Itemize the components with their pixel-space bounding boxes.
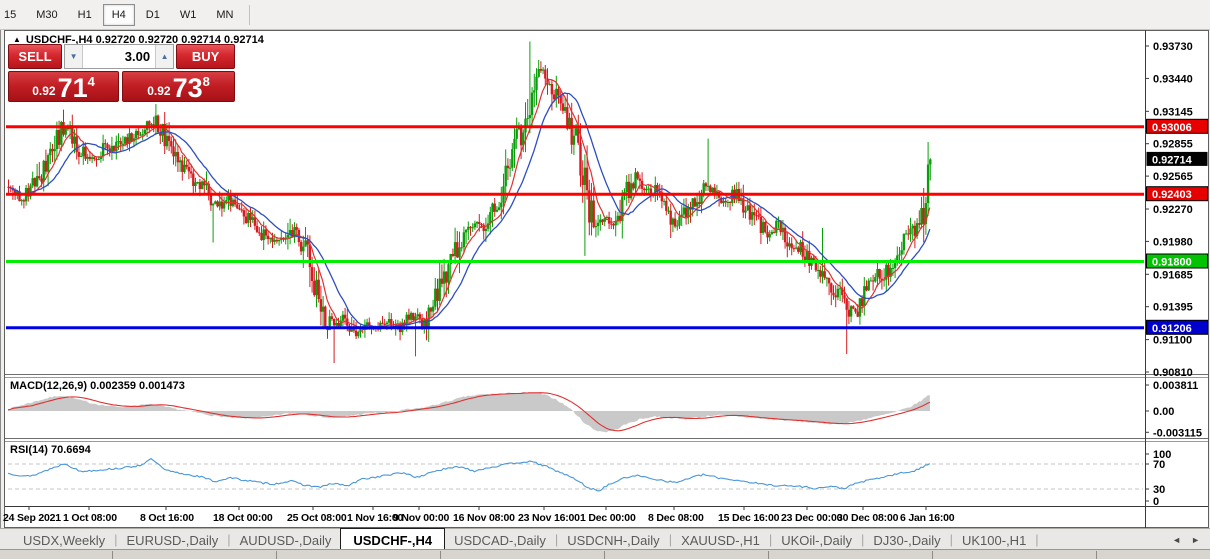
svg-text:70: 70 xyxy=(1153,459,1165,471)
collapse-panel-icon[interactable]: ▲ xyxy=(13,35,21,44)
svg-text:0.003811: 0.003811 xyxy=(1153,380,1198,392)
chart-window-frame xyxy=(5,31,1209,528)
svg-text:18 Oct 00:00: 18 Oct 00:00 xyxy=(213,512,273,524)
tab-ukoil-daily[interactable]: UKOil-,Daily xyxy=(772,529,861,550)
svg-text:0.93145: 0.93145 xyxy=(1153,106,1193,118)
svg-text:0.91800: 0.91800 xyxy=(1152,256,1192,268)
svg-text:24 Sep 2021: 24 Sep 2021 xyxy=(3,512,61,524)
sell-button[interactable]: SELL xyxy=(8,44,62,69)
tab-scroll-left-icon[interactable]: ◄ xyxy=(1172,535,1181,545)
svg-text:0.92565: 0.92565 xyxy=(1153,171,1193,183)
tab-scroll-right-icon[interactable]: ► xyxy=(1191,535,1200,545)
svg-text:8 Dec 08:00: 8 Dec 08:00 xyxy=(648,512,704,524)
timeframe-button-d1[interactable]: D1 xyxy=(137,4,169,26)
svg-text:6 Jan 16:00: 6 Jan 16:00 xyxy=(900,512,955,524)
svg-text:0.92270: 0.92270 xyxy=(1153,204,1193,216)
tab-usdchf-h4[interactable]: USDCHF-,H4 xyxy=(340,528,445,550)
svg-text:1 Oct 08:00: 1 Oct 08:00 xyxy=(63,512,117,524)
tab-eurusd-daily[interactable]: EURUSD-,Daily xyxy=(118,529,228,550)
svg-text:8 Oct 16:00: 8 Oct 16:00 xyxy=(140,512,194,524)
buy-price-display[interactable]: 0.92 73 8 xyxy=(122,71,235,102)
svg-text:0.91685: 0.91685 xyxy=(1153,269,1193,281)
tab-uk100-h1[interactable]: UK100-,H1 xyxy=(953,529,1035,550)
svg-text:16 Nov 08:00: 16 Nov 08:00 xyxy=(453,512,515,524)
svg-text:0.93006: 0.93006 xyxy=(1152,122,1192,134)
svg-text:25 Oct 08:00: 25 Oct 08:00 xyxy=(287,512,347,524)
price-badge: 0.92714 xyxy=(1147,152,1208,167)
svg-text:0.91100: 0.91100 xyxy=(1153,335,1192,347)
timeframe-button-mn[interactable]: MN xyxy=(207,4,242,26)
tab-audusd-daily[interactable]: AUDUSD-,Daily xyxy=(231,529,341,550)
buy-button[interactable]: BUY xyxy=(176,44,235,69)
tab-usdx-weekly[interactable]: USDX,Weekly xyxy=(14,529,114,550)
toolbar-separator xyxy=(249,5,250,25)
tab-dj30-daily[interactable]: DJ30-,Daily xyxy=(864,529,949,550)
one-click-trade-panel: SELL ▼ 3.00 ▲ BUY 0.92 71 4 0.92 73 8 xyxy=(8,44,235,102)
tab-usdcnh-daily[interactable]: USDCNH-,Daily xyxy=(558,529,668,550)
price-badge: 0.91800 xyxy=(1147,254,1208,268)
svg-text:0.92714: 0.92714 xyxy=(1152,154,1193,166)
svg-text:0.00: 0.00 xyxy=(1153,406,1174,418)
tabbar-left-pad xyxy=(0,529,14,550)
svg-text:0.91395: 0.91395 xyxy=(1153,302,1193,314)
mt4-window: { "toolbar": { "timeframes": [ {"label":… xyxy=(0,0,1210,558)
timeframe-button-h1[interactable]: H1 xyxy=(69,4,101,26)
volume-decrease-button[interactable]: ▼ xyxy=(65,45,83,68)
tab-usdcad-daily[interactable]: USDCAD-,Daily xyxy=(445,529,555,550)
volume-stepper: ▼ 3.00 ▲ xyxy=(64,44,174,69)
volume-increase-button[interactable]: ▲ xyxy=(155,45,173,68)
timeframe-toolbar: 15M30H1H4D1W1MN xyxy=(0,0,1210,30)
svg-text:0: 0 xyxy=(1153,496,1159,508)
svg-text:-0.003115: -0.003115 xyxy=(1153,427,1202,439)
svg-text:0.93730: 0.93730 xyxy=(1153,41,1193,53)
timeframe-button-m30[interactable]: M30 xyxy=(27,4,66,26)
volume-input[interactable]: 3.00 xyxy=(83,45,155,68)
svg-text:0.92855: 0.92855 xyxy=(1153,139,1193,151)
tab-scroll-arrows: ◄► xyxy=(1162,529,1210,550)
sell-price-main: 71 xyxy=(58,75,88,101)
svg-text:23 Nov 16:00: 23 Nov 16:00 xyxy=(518,512,580,524)
sell-price-prefix: 0.92 xyxy=(32,84,55,98)
timeframe-button-h4[interactable]: H4 xyxy=(103,4,135,26)
timeframe-button-w1[interactable]: W1 xyxy=(171,4,206,26)
svg-text:1 Dec 00:00: 1 Dec 00:00 xyxy=(580,512,636,524)
price-badge: 0.91206 xyxy=(1147,320,1208,334)
svg-text:0.90810: 0.90810 xyxy=(1153,367,1193,379)
tab-xauusd-h1[interactable]: XAUUSD-,H1 xyxy=(672,529,769,550)
buy-price-main: 73 xyxy=(173,75,203,101)
chart-tabbar: USDX,Weekly|EURUSD-,Daily|AUDUSD-,DailyU… xyxy=(0,528,1210,550)
price-badge: 0.93006 xyxy=(1147,119,1208,134)
svg-text:15 Dec 16:00: 15 Dec 16:00 xyxy=(718,512,780,524)
timeframe-button-15[interactable]: 15 xyxy=(1,4,25,26)
sell-price-pips: 4 xyxy=(88,74,95,89)
buy-price-pips: 8 xyxy=(203,74,210,89)
price-badge: 0.92403 xyxy=(1147,187,1208,201)
svg-text:0.91206: 0.91206 xyxy=(1152,323,1192,335)
sell-price-display[interactable]: 0.92 71 4 xyxy=(8,71,119,102)
rsi-indicator-label: RSI(14) 70.6694 xyxy=(10,444,91,456)
svg-text:0.91980: 0.91980 xyxy=(1153,236,1193,248)
svg-text:30: 30 xyxy=(1153,484,1165,496)
svg-text:0.92403: 0.92403 xyxy=(1152,189,1192,201)
svg-text:9 Nov 00:00: 9 Nov 00:00 xyxy=(393,512,450,524)
tab-separator: | xyxy=(1035,529,1038,550)
svg-text:0.93440: 0.93440 xyxy=(1153,73,1193,85)
svg-text:30 Dec 08:00: 30 Dec 08:00 xyxy=(837,512,899,524)
buy-price-prefix: 0.92 xyxy=(147,84,170,98)
macd-indicator-label: MACD(12,26,9) 0.002359 0.001473 xyxy=(10,380,185,392)
svg-text:23 Dec 00:00: 23 Dec 00:00 xyxy=(781,512,843,524)
